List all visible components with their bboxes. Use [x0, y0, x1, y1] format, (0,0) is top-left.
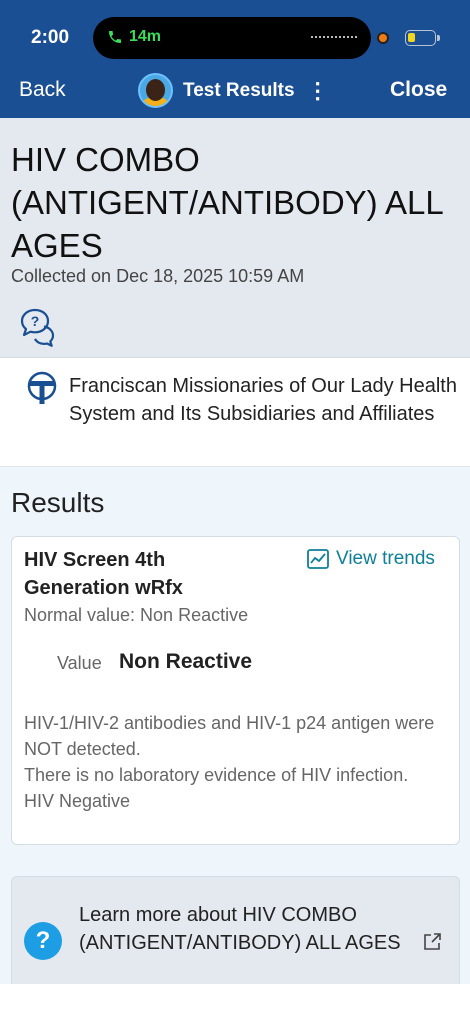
value-label: Value — [57, 653, 102, 673]
kebab-menu-icon[interactable]: ⋮ — [307, 78, 329, 104]
normal-value: Normal value: Non Reactive — [24, 605, 249, 625]
call-duration: 14m — [129, 28, 162, 45]
close-button[interactable]: Close — [390, 78, 447, 102]
tau-cross-logo — [27, 371, 57, 404]
results-section: Results HIV Screen 4th Generation wRfx V… — [0, 467, 470, 1016]
comment-line: HIV-1/HIV-2 antibodies and HIV-1 p24 ant… — [24, 713, 435, 759]
call-indicator: 14m — [107, 28, 161, 46]
audio-waveform — [311, 36, 357, 39]
test-title: HIV COMBO (ANTIGENT/ANTIBODY) ALL AGES — [11, 141, 443, 264]
collected-date: Collected on Dec 18, 2025 10:59 AM — [11, 266, 305, 286]
component-name: HIV Screen 4th Generation wRfx — [24, 549, 183, 599]
nav-title-group[interactable]: Test Results ⋮ — [138, 73, 329, 108]
result-card: HIV Screen 4th Generation wRfx View tren… — [11, 536, 460, 845]
organization-name: Franciscan Missionaries of Our Lady Heal… — [69, 375, 457, 425]
question-chat-icon[interactable]: ? — [18, 307, 58, 347]
camera-indicator — [377, 32, 389, 44]
avatar[interactable] — [138, 73, 173, 108]
bottom-area — [0, 984, 470, 1024]
organization-row: Franciscan Missionaries of Our Lady Heal… — [0, 359, 470, 467]
result-comment: HIV-1/HIV-2 antibodies and HIV-1 p24 ant… — [24, 710, 454, 814]
dynamic-island[interactable]: 14m — [93, 17, 371, 59]
question-circle-icon: ? — [24, 922, 62, 960]
external-link-icon — [424, 933, 441, 950]
learn-more-text: Learn more about HIV COMBO (ANTIGENT/ANT… — [79, 904, 401, 954]
page-title: Test Results — [183, 79, 295, 101]
phone-icon — [109, 31, 121, 43]
battery-icon — [405, 30, 440, 46]
view-trends-label: View trends — [336, 548, 435, 569]
app-header: 2:00 14m Back Test Results ⋮ Close — [0, 0, 470, 118]
trend-chart-icon — [307, 549, 329, 569]
back-button[interactable]: Back — [19, 78, 66, 102]
test-title-section: HIV COMBO (ANTIGENT/ANTIBODY) ALL AGES C… — [0, 118, 470, 358]
status-time: 2:00 — [31, 27, 70, 48]
results-heading: Results — [11, 487, 105, 518]
result-value: Non Reactive — [119, 650, 253, 673]
comment-line: HIV Negative — [24, 791, 131, 811]
svg-text:?: ? — [31, 313, 40, 329]
view-trends-link[interactable]: View trends — [307, 548, 435, 570]
comment-line: There is no laboratory evidence of HIV i… — [24, 765, 409, 785]
